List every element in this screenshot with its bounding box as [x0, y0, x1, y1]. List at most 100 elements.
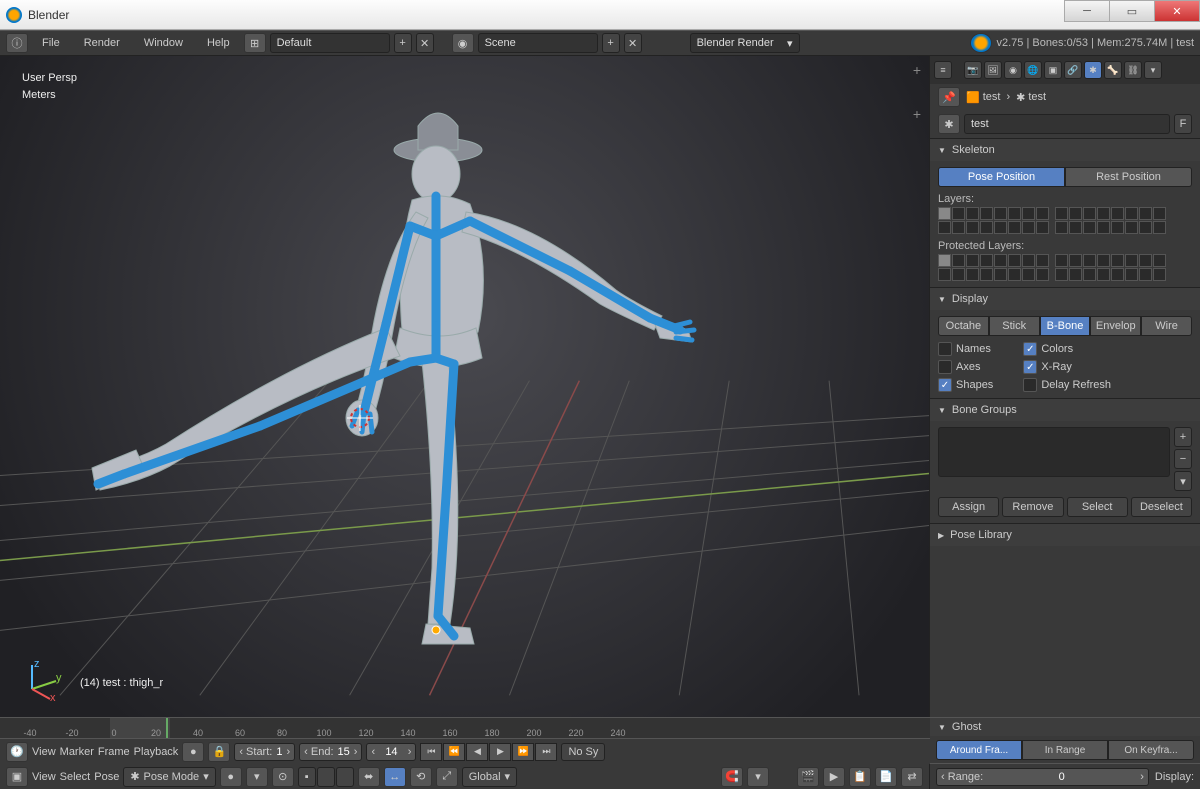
breadcrumb-scene[interactable]: 🟧 test [966, 91, 1000, 104]
snap-icon[interactable]: 🧲 [721, 767, 743, 787]
play-button[interactable]: ▶ [489, 743, 511, 761]
layer-buttons-group[interactable]: ▪ [298, 767, 354, 787]
ghost-onkey-button[interactable]: On Keyfra... [1108, 740, 1194, 760]
bonegroup-assign-button[interactable]: Assign [938, 497, 999, 517]
check-axes[interactable] [938, 360, 952, 374]
tab-world-icon[interactable]: 🌐 [1024, 61, 1042, 79]
keyframe-next-button[interactable]: ⏩ [512, 743, 534, 761]
maximize-button[interactable]: ▭ [1109, 0, 1155, 22]
playhead[interactable] [166, 718, 168, 738]
viewport-menu-pose[interactable]: Pose [94, 771, 119, 783]
menu-window[interactable]: Window [134, 33, 193, 53]
shading-solid-icon[interactable]: ● [220, 767, 242, 787]
tab-bone-icon[interactable]: 🦴 [1104, 61, 1122, 79]
screen-layout-add-button[interactable]: + [394, 33, 412, 53]
bonegroup-remove-btn[interactable]: Remove [1002, 497, 1063, 517]
display-stick[interactable]: Stick [989, 316, 1040, 336]
manipulator-translate-icon[interactable]: ↔ [384, 767, 406, 787]
editor-type-icon[interactable]: ▣ [6, 767, 28, 787]
jump-start-button[interactable]: ⏮ [420, 743, 442, 761]
bonegroup-remove-button[interactable]: − [1174, 449, 1192, 469]
render-anim-icon[interactable]: ▶ [823, 767, 845, 787]
shading-menu-icon[interactable]: ▾ [246, 767, 268, 787]
ghost-around-button[interactable]: Around Fra... [936, 740, 1022, 760]
menu-help[interactable]: Help [197, 33, 240, 53]
tab-render-icon[interactable]: 📷 [964, 61, 982, 79]
display-envelope[interactable]: Envelop [1090, 316, 1141, 336]
datablock-name-field[interactable]: test [964, 114, 1170, 134]
scene-browse-icon[interactable]: ◉ [452, 33, 474, 53]
viewport-menu-view[interactable]: View [32, 771, 56, 783]
screen-layout-browse-icon[interactable]: ⊞ [244, 33, 266, 53]
manipulator-scale-icon[interactable]: ⤢ [436, 767, 458, 787]
props-editor-type-icon[interactable]: ≡ [934, 61, 952, 79]
timeline-menu-playback[interactable]: Playback [134, 746, 179, 758]
render-engine-dropdown[interactable]: Blender Render▾ [690, 33, 800, 53]
info-editor-type-icon[interactable]: ⓘ [6, 33, 28, 53]
minimize-button[interactable]: ─ [1064, 0, 1110, 22]
panel-poselib-header[interactable]: Pose Library [930, 524, 1200, 546]
rest-position-button[interactable]: Rest Position [1065, 167, 1192, 187]
render-preview-icon[interactable]: 🎬 [797, 767, 819, 787]
keyframe-prev-button[interactable]: ⏪ [443, 743, 465, 761]
paste-pose-icon[interactable]: 📄 [875, 767, 897, 787]
orientation-dropdown[interactable]: Global ▾ [462, 767, 517, 787]
bonegroup-select-button[interactable]: Select [1067, 497, 1128, 517]
play-reverse-button[interactable]: ◀ [466, 743, 488, 761]
snap-target-icon[interactable]: ▾ [747, 767, 769, 787]
panel-ghost-header[interactable]: Ghost [930, 718, 1200, 736]
check-shapes[interactable] [938, 378, 952, 392]
paste-flip-icon[interactable]: ⇄ [901, 767, 923, 787]
timeline-editor[interactable]: -40 -20 0 20 40 60 80 100 120 140 160 18… [0, 717, 930, 763]
pivot-icon[interactable]: ⊙ [272, 767, 294, 787]
tab-physics-icon[interactable]: ▾ [1144, 61, 1162, 79]
breadcrumb-object[interactable]: ✱ test [1016, 91, 1046, 104]
manipulator-toggle-icon[interactable]: ⬌ [358, 767, 380, 787]
viewport-menu-select[interactable]: Select [60, 771, 91, 783]
timeline-editor-type-icon[interactable]: 🕐 [6, 742, 28, 762]
datablock-browse-icon[interactable]: ✱ [938, 114, 960, 134]
screen-layout-field[interactable]: Default [270, 33, 390, 53]
panel-bonegroups-header[interactable]: Bone Groups [930, 399, 1200, 421]
tab-renderlayers-icon[interactable]: 🖼 [984, 61, 1002, 79]
display-bbone[interactable]: B-Bone [1040, 316, 1091, 336]
display-octahedral[interactable]: Octahe [938, 316, 989, 336]
screen-layout-remove-button[interactable]: ✕ [416, 33, 434, 53]
toggle-panel-icon[interactable]: + [913, 106, 921, 122]
timeline-menu-marker[interactable]: Marker [60, 746, 94, 758]
split-area-icon[interactable]: + [913, 62, 921, 78]
scene-add-button[interactable]: + [602, 33, 620, 53]
panel-display-header[interactable]: Display [930, 288, 1200, 310]
tab-constraints-icon[interactable]: 🔗 [1064, 61, 1082, 79]
frame-start-field[interactable]: ‹ Start:1› [234, 743, 295, 761]
scene-remove-button[interactable]: ✕ [624, 33, 642, 53]
close-button[interactable]: ✕ [1154, 0, 1200, 22]
timeline-ruler[interactable]: -40 -20 0 20 40 60 80 100 120 140 160 18… [0, 718, 930, 738]
ghost-inrange-button[interactable]: In Range [1022, 740, 1108, 760]
tab-scene-icon[interactable]: ◉ [1004, 61, 1022, 79]
fake-user-button[interactable]: F [1174, 114, 1192, 134]
menu-render[interactable]: Render [74, 33, 130, 53]
scene-field[interactable]: Scene [478, 33, 598, 53]
armature-layers[interactable] [938, 207, 1192, 234]
protected-layers[interactable] [938, 254, 1192, 281]
frame-end-field[interactable]: ‹ End:15› [299, 743, 362, 761]
timeline-menu-frame[interactable]: Frame [98, 746, 130, 758]
mode-dropdown[interactable]: ✱ Pose Mode ▾ [123, 767, 215, 787]
display-wire[interactable]: Wire [1141, 316, 1192, 336]
ghost-range-field[interactable]: ‹ Range:0› [936, 768, 1149, 786]
timeline-menu-view[interactable]: View [32, 746, 56, 758]
bonegroups-list[interactable] [938, 427, 1170, 477]
copy-pose-icon[interactable]: 📋 [849, 767, 871, 787]
panel-skeleton-header[interactable]: Skeleton [930, 139, 1200, 161]
tab-boneconstraint-icon[interactable]: ⛓ [1124, 61, 1142, 79]
jump-end-button[interactable]: ⏭ [535, 743, 557, 761]
check-xray[interactable] [1023, 360, 1037, 374]
bonegroup-deselect-button[interactable]: Deselect [1131, 497, 1192, 517]
3d-viewport[interactable]: User Persp Meters + + (14) test : thigh_… [0, 56, 930, 789]
tab-armature-icon[interactable]: ✱ [1084, 61, 1102, 79]
sync-dropdown[interactable]: No Sy [561, 743, 605, 761]
check-names[interactable] [938, 342, 952, 356]
manipulator-rotate-icon[interactable]: ⟲ [410, 767, 432, 787]
menu-file[interactable]: File [32, 33, 70, 53]
